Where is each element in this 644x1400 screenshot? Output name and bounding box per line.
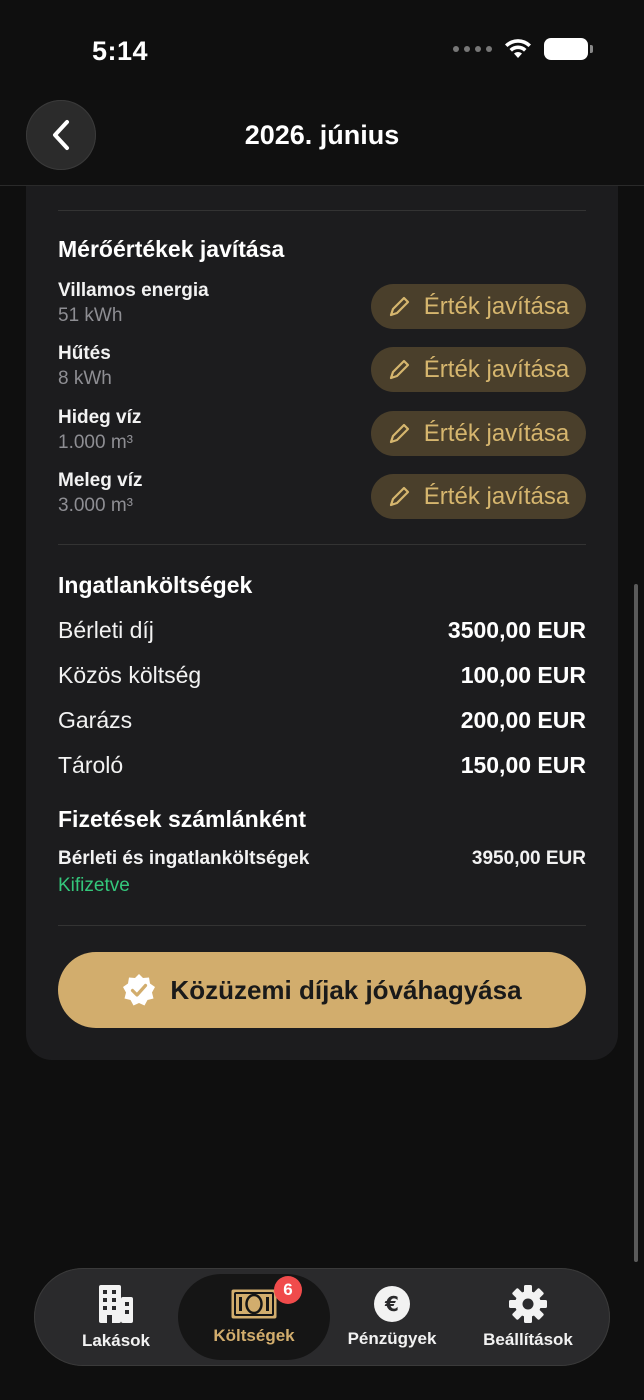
edit-value-button[interactable]: Érték javítása (371, 411, 586, 456)
pencil-icon (389, 486, 409, 506)
edit-value-label: Érték javítása (423, 355, 570, 383)
meter-name: Hűtés (58, 343, 111, 364)
divider (58, 210, 586, 211)
cost-amount: 100,00 EUR (460, 661, 586, 688)
cost-name: Bérleti díj (58, 616, 154, 643)
banknote-icon (231, 1289, 277, 1319)
meter-name: Villamos energia (58, 280, 209, 301)
notification-badge: 6 (274, 1276, 302, 1304)
cost-name: Garázs (58, 706, 133, 733)
meter-row-cold-water: Hideg víz 1.000 m³ Érték javítása (58, 407, 586, 457)
cost-amount: 3500,00 EUR (447, 616, 586, 643)
cost-amount: 200,00 EUR (460, 706, 586, 733)
pencil-icon (389, 296, 409, 316)
edit-value-label: Érték javítása (423, 292, 570, 320)
scrollbar[interactable] (634, 584, 638, 1262)
meter-value: 3.000 m³ (58, 495, 133, 516)
wifi-icon (505, 39, 531, 58)
edit-value-button[interactable]: Érték javítása (371, 284, 586, 329)
tab-bar: Lakások Költségek 6 € Pénzügyek Beállítá… (34, 1268, 610, 1366)
meter-row-hot-water: Meleg víz 3.000 m³ Érték javítása (58, 470, 586, 520)
gear-icon (509, 1285, 547, 1323)
cost-row: Közös költség 100,00 EUR (58, 659, 586, 691)
property-costs-title: Ingatlanköltségek (58, 572, 253, 598)
tab-apartments[interactable]: Lakások (54, 1274, 178, 1360)
battery-icon (544, 38, 593, 60)
pencil-icon (389, 359, 409, 379)
divider (58, 925, 586, 926)
cost-name: Tároló (58, 751, 124, 778)
edit-value-label: Érték javítása (423, 419, 570, 447)
meter-name: Meleg víz (58, 470, 143, 491)
edit-value-button[interactable]: Érték javítása (371, 347, 586, 392)
divider (58, 544, 586, 545)
tab-label: Pénzügyek (347, 1329, 437, 1348)
pencil-icon (389, 423, 409, 443)
payments-title: Fizetések számlánként (58, 806, 307, 832)
payment-status: Kifizetve (58, 875, 130, 896)
tab-settings[interactable]: Beállítások (466, 1274, 590, 1360)
meters-section-title: Mérőértékek javítása (58, 236, 285, 262)
signal-icon (453, 46, 492, 52)
status-time: 5:14 (92, 36, 149, 66)
cost-row: Garázs 200,00 EUR (58, 704, 586, 736)
month-detail-card: Mérőértékek javítása Villamos energia 51… (26, 186, 618, 1060)
approve-utilities-label: Közüzemi díjak jóváhagyása (170, 974, 522, 1005)
tab-label: Költségek (213, 1326, 295, 1345)
verified-check-icon (123, 974, 156, 1006)
status-indicators (453, 38, 593, 60)
meter-row-electricity: Villamos energia 51 kWh Érték javítása (58, 280, 586, 330)
meter-value: 51 kWh (58, 305, 123, 326)
cost-row: Tároló 150,00 EUR (58, 749, 586, 781)
approve-utilities-button[interactable]: Közüzemi díjak jóváhagyása (58, 952, 586, 1028)
tab-label: Lakások (81, 1331, 151, 1350)
tab-label: Beállítások (483, 1330, 573, 1349)
building-icon (99, 1285, 133, 1323)
payment-row: Bérleti és ingatlanköltségek Kifizetve 3… (58, 848, 586, 904)
payment-amount: 3950,00 EUR (471, 848, 586, 869)
meter-value: 8 kWh (58, 368, 112, 389)
meter-name: Hideg víz (58, 407, 142, 428)
tab-finances[interactable]: € Pénzügyek (330, 1274, 454, 1360)
euro-icon: € (374, 1286, 410, 1322)
cost-amount: 150,00 EUR (460, 751, 586, 778)
meter-value: 1.000 m³ (58, 432, 133, 453)
payment-name: Bérleti és ingatlanköltségek (58, 848, 310, 869)
svg-text:€: € (384, 1292, 399, 1316)
edit-value-label: Érték javítása (423, 482, 570, 510)
meter-row-cooling: Hűtés 8 kWh Érték javítása (58, 343, 586, 393)
page-title: 2026. június (244, 120, 400, 150)
cost-name: Közös költség (58, 661, 202, 688)
nav-header: 2026. június (0, 100, 644, 186)
edit-value-button[interactable]: Érték javítása (371, 474, 586, 519)
status-bar: 5:14 (0, 0, 644, 100)
cost-row: Bérleti díj 3500,00 EUR (58, 614, 586, 646)
tab-costs[interactable]: Költségek 6 (178, 1274, 330, 1360)
